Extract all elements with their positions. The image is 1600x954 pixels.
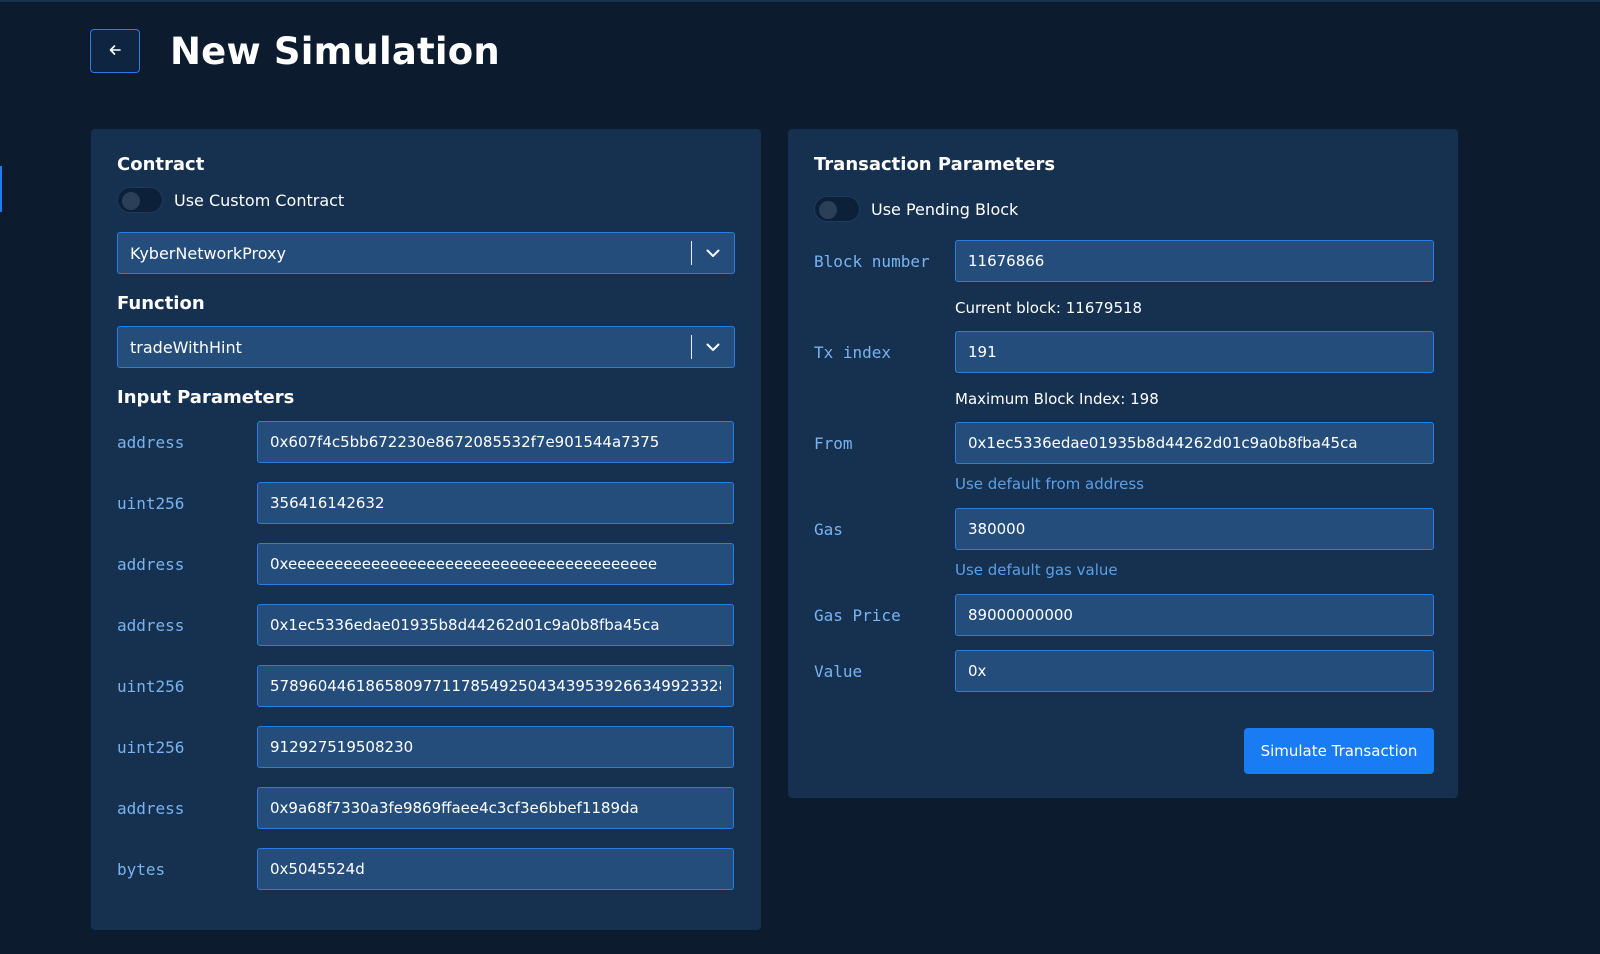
gas-price-input[interactable] (955, 594, 1434, 636)
custom-contract-toggle[interactable] (117, 187, 163, 213)
gas-price-label: Gas Price (814, 605, 901, 625)
page-header: New Simulation (90, 28, 500, 74)
gas-label: Gas (814, 519, 843, 539)
simulate-transaction-button[interactable]: Simulate Transaction (1244, 728, 1434, 774)
input-param-field[interactable] (257, 543, 734, 585)
input-param-type: address (117, 615, 185, 635)
toggle-knob (122, 192, 140, 210)
chevron-down-icon (692, 343, 734, 352)
transaction-panel: Transaction Parameters Use Pending Block… (788, 129, 1458, 798)
tx-index-label: Tx index (814, 342, 892, 362)
input-param-row: uint256 (117, 665, 734, 707)
use-default-from-link[interactable]: Use default from address (955, 475, 1144, 493)
gas-row: Gas (814, 508, 1434, 550)
transaction-section-title: Transaction Parameters (814, 154, 1056, 175)
contract-section-title: Contract (117, 154, 205, 175)
block-number-row: Block number (814, 240, 1434, 282)
input-param-type: address (117, 798, 185, 818)
tx-index-input[interactable] (955, 331, 1434, 373)
function-select-value: tradeWithHint (130, 337, 242, 357)
gas-price-row: Gas Price (814, 594, 1434, 636)
current-block-text: Current block: 11679518 (955, 299, 1143, 317)
input-param-row: bytes (117, 848, 734, 890)
input-param-field[interactable] (257, 421, 734, 463)
value-input[interactable] (955, 650, 1434, 692)
input-param-row: uint256 (117, 726, 734, 768)
gas-input[interactable] (955, 508, 1434, 550)
input-param-row: address (117, 421, 734, 463)
contract-select-value: KyberNetworkProxy (130, 243, 287, 263)
input-param-type: uint256 (117, 676, 185, 696)
from-input[interactable] (955, 422, 1434, 464)
max-block-index-text: Maximum Block Index: 198 (955, 390, 1159, 408)
arrow-left-icon (108, 42, 122, 61)
top-border (0, 0, 1600, 2)
input-param-row: address (117, 787, 734, 829)
value-row: Value (814, 650, 1434, 692)
input-param-field[interactable] (257, 665, 734, 707)
input-param-type: address (117, 554, 185, 574)
input-param-row: uint256 (117, 482, 734, 524)
page-title: New Simulation (170, 29, 500, 73)
input-param-type: bytes (117, 859, 166, 879)
input-param-type: uint256 (117, 737, 185, 757)
input-param-row: address (117, 604, 734, 646)
input-param-field[interactable] (257, 482, 734, 524)
input-param-field[interactable] (257, 787, 734, 829)
input-param-row: address (117, 543, 734, 585)
input-param-type: uint256 (117, 493, 185, 513)
sidebar-active-indicator (0, 166, 2, 212)
from-label: From (814, 433, 853, 453)
contract-select[interactable]: KyberNetworkProxy (117, 232, 735, 274)
use-default-gas-link[interactable]: Use default gas value (955, 561, 1118, 579)
function-select[interactable]: tradeWithHint (117, 326, 735, 368)
pending-block-toggle-row: Use Pending Block (814, 196, 1018, 222)
back-button[interactable] (90, 29, 140, 73)
tx-index-row: Tx index (814, 331, 1434, 373)
block-number-label: Block number (814, 251, 930, 271)
input-parameters-title: Input Parameters (117, 387, 295, 408)
custom-contract-toggle-label: Use Custom Contract (174, 190, 345, 210)
input-param-type: address (117, 432, 185, 452)
chevron-down-icon (692, 249, 734, 258)
input-param-field[interactable] (257, 726, 734, 768)
custom-contract-toggle-row: Use Custom Contract (117, 187, 344, 213)
pending-block-toggle[interactable] (814, 196, 860, 222)
input-param-field[interactable] (257, 604, 734, 646)
pending-block-toggle-label: Use Pending Block (871, 199, 1019, 219)
from-row: From (814, 422, 1434, 464)
input-param-field[interactable] (257, 848, 734, 890)
contract-panel: Contract Use Custom Contract KyberNetwor… (91, 129, 761, 930)
toggle-knob (819, 201, 837, 219)
function-section-title: Function (117, 293, 205, 314)
value-label: Value (814, 661, 863, 681)
block-number-input[interactable] (955, 240, 1434, 282)
